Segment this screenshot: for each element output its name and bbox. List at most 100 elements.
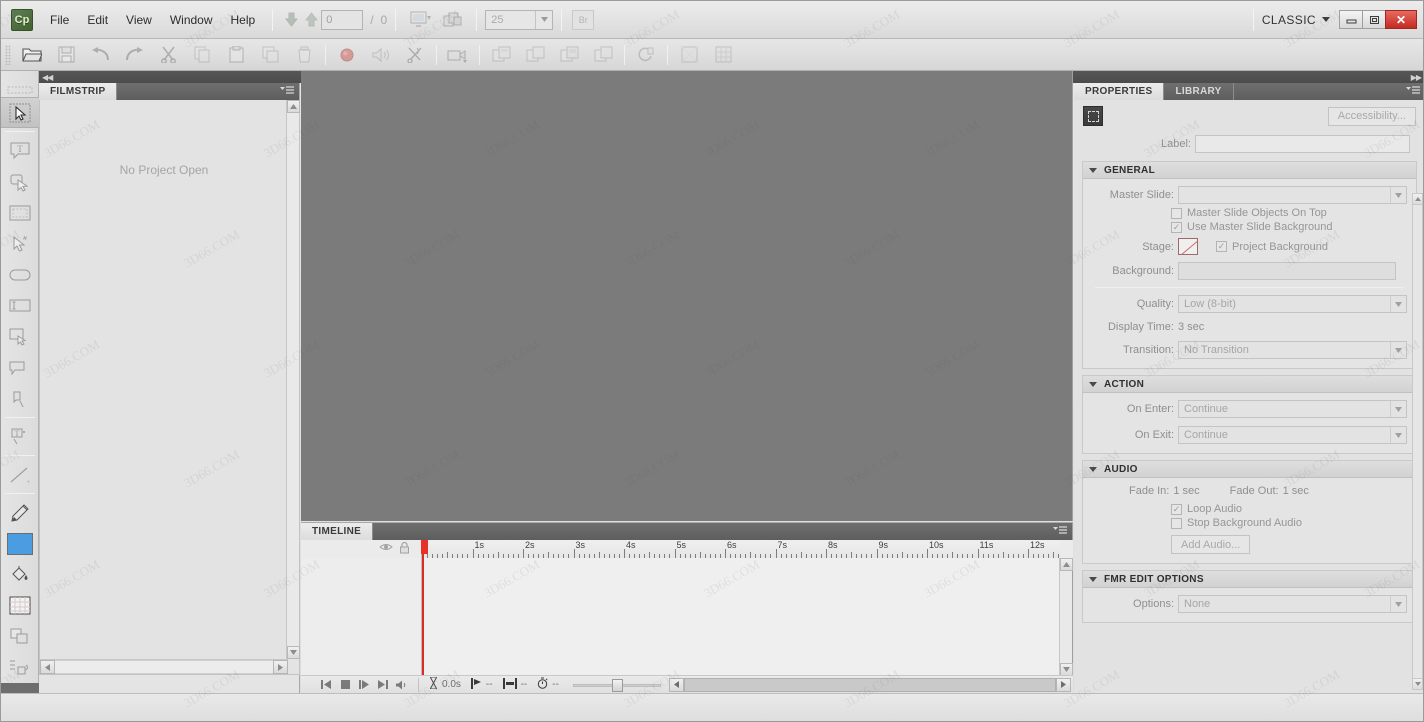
eye-icon[interactable] (379, 542, 393, 555)
previous-slide-button[interactable] (281, 9, 301, 31)
scroll-left-arrow-icon[interactable] (668, 677, 684, 692)
click-box-tool[interactable] (1, 166, 39, 197)
scroll-left-arrow-icon[interactable] (40, 660, 55, 674)
open-button[interactable] (15, 41, 49, 69)
chevron-down-icon[interactable] (1390, 342, 1406, 358)
timeline-zoom-slider[interactable] (572, 678, 661, 692)
scroll-right-arrow-icon[interactable] (1056, 677, 1071, 692)
slide-stage[interactable] (301, 71, 1073, 521)
current-slide-field[interactable]: 0 (321, 9, 364, 30)
scroll-up-arrow-icon[interactable] (287, 100, 300, 113)
timeline-vertical-scrollbar[interactable] (1059, 558, 1073, 676)
go-to-end-button[interactable] (374, 677, 393, 693)
menu-view[interactable]: View (117, 10, 161, 30)
fade-out-value[interactable]: 1 sec (1283, 485, 1309, 497)
chevron-down-icon[interactable] (1390, 427, 1406, 443)
timeline-canvas[interactable] (421, 558, 1060, 676)
chevron-down-icon[interactable] (1089, 465, 1097, 474)
fade-in-value[interactable]: 1 sec (1173, 485, 1199, 497)
align-tool[interactable] (1, 652, 39, 683)
arrange-tool[interactable] (1, 621, 39, 652)
grid-swatch-tool[interactable] (1, 590, 39, 621)
scroll-down-arrow-icon[interactable] (287, 646, 300, 659)
insert-image-slide-button[interactable] (518, 41, 552, 69)
publish-button[interactable] (438, 8, 468, 32)
go-to-start-button[interactable] (317, 677, 336, 693)
stop-background-audio-row[interactable]: Stop Background Audio (1083, 516, 1416, 530)
close-button[interactable]: ✕ (1385, 10, 1417, 29)
record-audio-button[interactable] (364, 41, 398, 69)
bridge-button[interactable]: Br (572, 9, 595, 30)
section-general-header[interactable]: GENERAL (1083, 162, 1416, 179)
pencil-tool[interactable] (1, 497, 39, 528)
minimize-button[interactable] (1339, 10, 1363, 29)
panel-menu-icon[interactable] (1406, 86, 1420, 95)
fmr-options-select[interactable]: None (1178, 595, 1407, 613)
rollover-button[interactable] (629, 41, 663, 69)
checkbox-checked[interactable]: ✓ (1171, 503, 1182, 515)
rollover-area-tool[interactable] (1, 352, 39, 383)
lock-icon[interactable] (399, 541, 410, 557)
zoom-area-tool[interactable] (1, 383, 39, 414)
stop-button[interactable] (336, 677, 355, 693)
edit-audio-button[interactable] (398, 41, 432, 69)
mute-button[interactable] (393, 677, 412, 693)
undo-button[interactable] (83, 41, 117, 69)
color-swatch[interactable] (7, 532, 33, 555)
on-exit-select[interactable]: Continue (1178, 426, 1407, 444)
accessibility-button[interactable]: Accessibility... (1327, 106, 1416, 126)
chevron-down-icon[interactable] (1390, 187, 1406, 203)
collapse-filmstrip-icon[interactable]: ◀◀ (42, 73, 53, 82)
copy-button[interactable] (185, 41, 219, 69)
on-enter-select[interactable]: Continue (1178, 400, 1407, 418)
scroll-right-arrow-icon[interactable] (273, 660, 288, 674)
next-slide-button[interactable] (301, 9, 321, 31)
paste-button[interactable] (219, 41, 253, 69)
preview-button[interactable] (404, 8, 438, 32)
timeline-ruler[interactable]: 1s 2s 3s 4s 5s 6s 7s 8s 9s 10s 11s 12s (421, 540, 1060, 558)
menu-edit[interactable]: Edit (78, 10, 117, 30)
rounded-rectangle-tool[interactable] (1, 259, 39, 290)
section-action-header[interactable]: ACTION (1083, 376, 1416, 393)
publish-grid-button[interactable] (706, 41, 740, 69)
timeline-track-list[interactable] (301, 558, 421, 676)
stage-color-swatch[interactable] (1178, 238, 1198, 255)
timeline-playhead-handle[interactable] (421, 540, 428, 554)
slide-video-button[interactable] (441, 41, 475, 69)
menu-window[interactable]: Window (161, 10, 222, 30)
panel-menu-icon[interactable] (1053, 526, 1067, 535)
properties-vertical-scrollbar[interactable] (1412, 193, 1423, 690)
background-input[interactable] (1178, 262, 1396, 280)
insert-ppt-slide-button[interactable] (552, 41, 586, 69)
menu-file[interactable]: File (41, 10, 78, 30)
chevron-down-icon[interactable] (1322, 15, 1330, 24)
chevron-down-icon[interactable] (1089, 166, 1097, 175)
zoom-level-combo[interactable]: 25 (485, 9, 554, 30)
chevron-down-icon[interactable] (1390, 296, 1406, 312)
insert-question-slide-button[interactable] (586, 41, 620, 69)
slider-knob[interactable] (611, 678, 623, 692)
filmstrip-body[interactable]: No Project Open (39, 100, 300, 675)
fill-color-swatch[interactable] (1, 528, 39, 559)
toolbar-grip[interactable] (5, 44, 11, 65)
scroll-up-arrow-icon[interactable] (1413, 194, 1422, 205)
filmstrip-vertical-scrollbar[interactable] (286, 100, 300, 659)
chevron-down-icon[interactable] (1390, 596, 1406, 612)
chevron-down-icon[interactable] (1089, 575, 1097, 584)
master-objects-on-top-row[interactable]: Master Slide Objects On Top (1083, 206, 1416, 220)
timeline-horizontal-scrollbar[interactable] (668, 677, 1071, 692)
loop-audio-row[interactable]: ✓ Loop Audio (1083, 499, 1416, 516)
section-fmr-header[interactable]: FMR EDIT OPTIONS (1083, 571, 1416, 588)
timeline-playhead[interactable] (422, 540, 424, 676)
checkbox-unchecked[interactable] (1171, 517, 1182, 529)
text-entry-box-tool[interactable] (1, 290, 39, 321)
paint-bucket-tool[interactable] (1, 559, 39, 590)
workspace-selector-label[interactable]: CLASSIC (1262, 13, 1316, 27)
chevron-down-icon[interactable] (535, 10, 552, 29)
tab-library[interactable]: LIBRARY (1164, 83, 1234, 100)
text-caption-tool[interactable]: T (1, 135, 39, 166)
scroll-up-arrow-icon[interactable] (1060, 558, 1073, 571)
add-audio-button[interactable]: Add Audio... (1171, 535, 1251, 554)
display-time-value[interactable]: 3 sec (1178, 321, 1204, 333)
transition-select[interactable]: No Transition (1178, 341, 1407, 359)
